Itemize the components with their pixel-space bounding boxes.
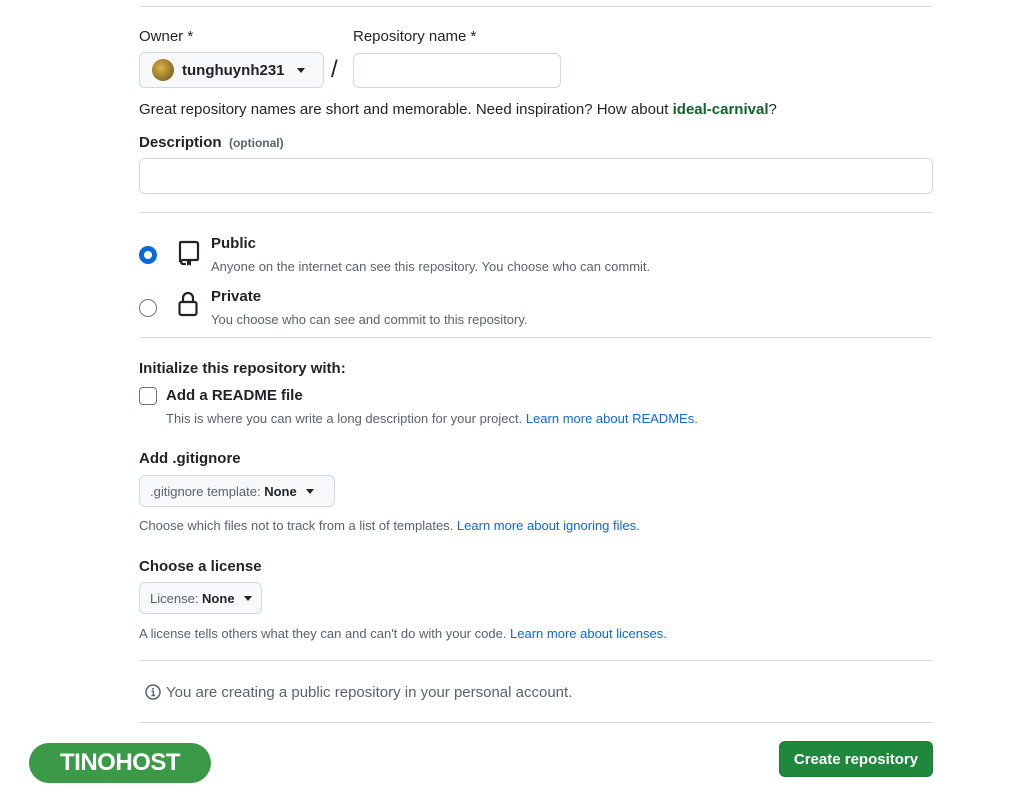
lock-icon	[178, 291, 198, 317]
suggested-name-link[interactable]: ideal-carnival	[673, 101, 769, 118]
divider-init	[139, 337, 933, 338]
license-desc-text: A license tells others what they can and…	[139, 626, 511, 641]
info-icon	[145, 684, 161, 700]
create-repository-button[interactable]: Create repository	[779, 741, 933, 777]
repo-name-label: Repository name *	[353, 28, 477, 45]
chevron-down-icon	[305, 488, 314, 494]
readme-desc: This is where you can write a long descr…	[166, 411, 698, 426]
chevron-down-icon	[296, 67, 305, 73]
owner-label: Owner *	[139, 28, 194, 45]
init-heading: Initialize this repository with:	[139, 360, 346, 377]
owner-repo-separator: /	[331, 56, 338, 83]
repo-name-input[interactable]	[353, 53, 561, 88]
public-radio[interactable]	[139, 246, 157, 264]
private-desc: You choose who can see and commit to thi…	[211, 312, 528, 327]
gitignore-desc-text: Choose which files not to track from a l…	[139, 518, 457, 533]
chevron-down-icon	[243, 595, 252, 601]
repo-icon	[178, 240, 200, 266]
suggestion-end: ?	[768, 101, 777, 118]
license-select[interactable]: License: None	[139, 582, 262, 614]
divider-submit	[139, 722, 933, 723]
name-suggestion: Great repository names are short and mem…	[139, 101, 777, 118]
description-label: Description (optional)	[139, 134, 284, 152]
owner-value: tunghuynh231	[182, 61, 285, 79]
gitignore-learn-more-link[interactable]: Learn more about ignoring files.	[457, 518, 640, 533]
gitignore-prefix: .gitignore template:	[150, 483, 265, 499]
gitignore-select[interactable]: .gitignore template: None	[139, 475, 335, 507]
gitignore-heading: Add .gitignore	[139, 450, 241, 467]
private-radio[interactable]	[139, 299, 157, 317]
readme-learn-more-link[interactable]: Learn more about READMEs.	[526, 411, 698, 426]
public-notice: You are creating a public repository in …	[166, 684, 573, 701]
divider-notice	[139, 660, 933, 661]
license-desc: A license tells others what they can and…	[139, 626, 667, 641]
license-prefix: License:	[150, 590, 203, 606]
readme-checkbox[interactable]	[139, 387, 157, 405]
watermark-text: TINOHOST	[60, 749, 181, 776]
license-learn-more-link[interactable]: Learn more about licenses.	[510, 626, 667, 641]
license-value: None	[202, 590, 235, 606]
license-heading: Choose a license	[139, 558, 262, 575]
public-title: Public	[211, 235, 257, 252]
avatar	[152, 59, 174, 81]
gitignore-value: None	[264, 483, 297, 499]
owner-select[interactable]: tunghuynh231	[139, 52, 324, 88]
public-desc: Anyone on the internet can see this repo…	[211, 259, 651, 274]
divider-visibility	[139, 212, 933, 213]
suggestion-text: Great repository names are short and mem…	[139, 101, 673, 118]
tinohost-watermark: TINOHOST	[29, 743, 211, 783]
description-optional: (optional)	[228, 136, 284, 150]
private-title: Private	[211, 288, 262, 305]
description-title: Description	[139, 134, 222, 151]
description-input[interactable]	[139, 158, 933, 194]
gitignore-desc: Choose which files not to track from a l…	[139, 518, 640, 533]
readme-desc-text: This is where you can write a long descr…	[166, 411, 526, 426]
create-repository-label: Create repository	[793, 750, 919, 768]
top-divider	[139, 6, 933, 7]
readme-label[interactable]: Add a README file	[166, 387, 303, 404]
